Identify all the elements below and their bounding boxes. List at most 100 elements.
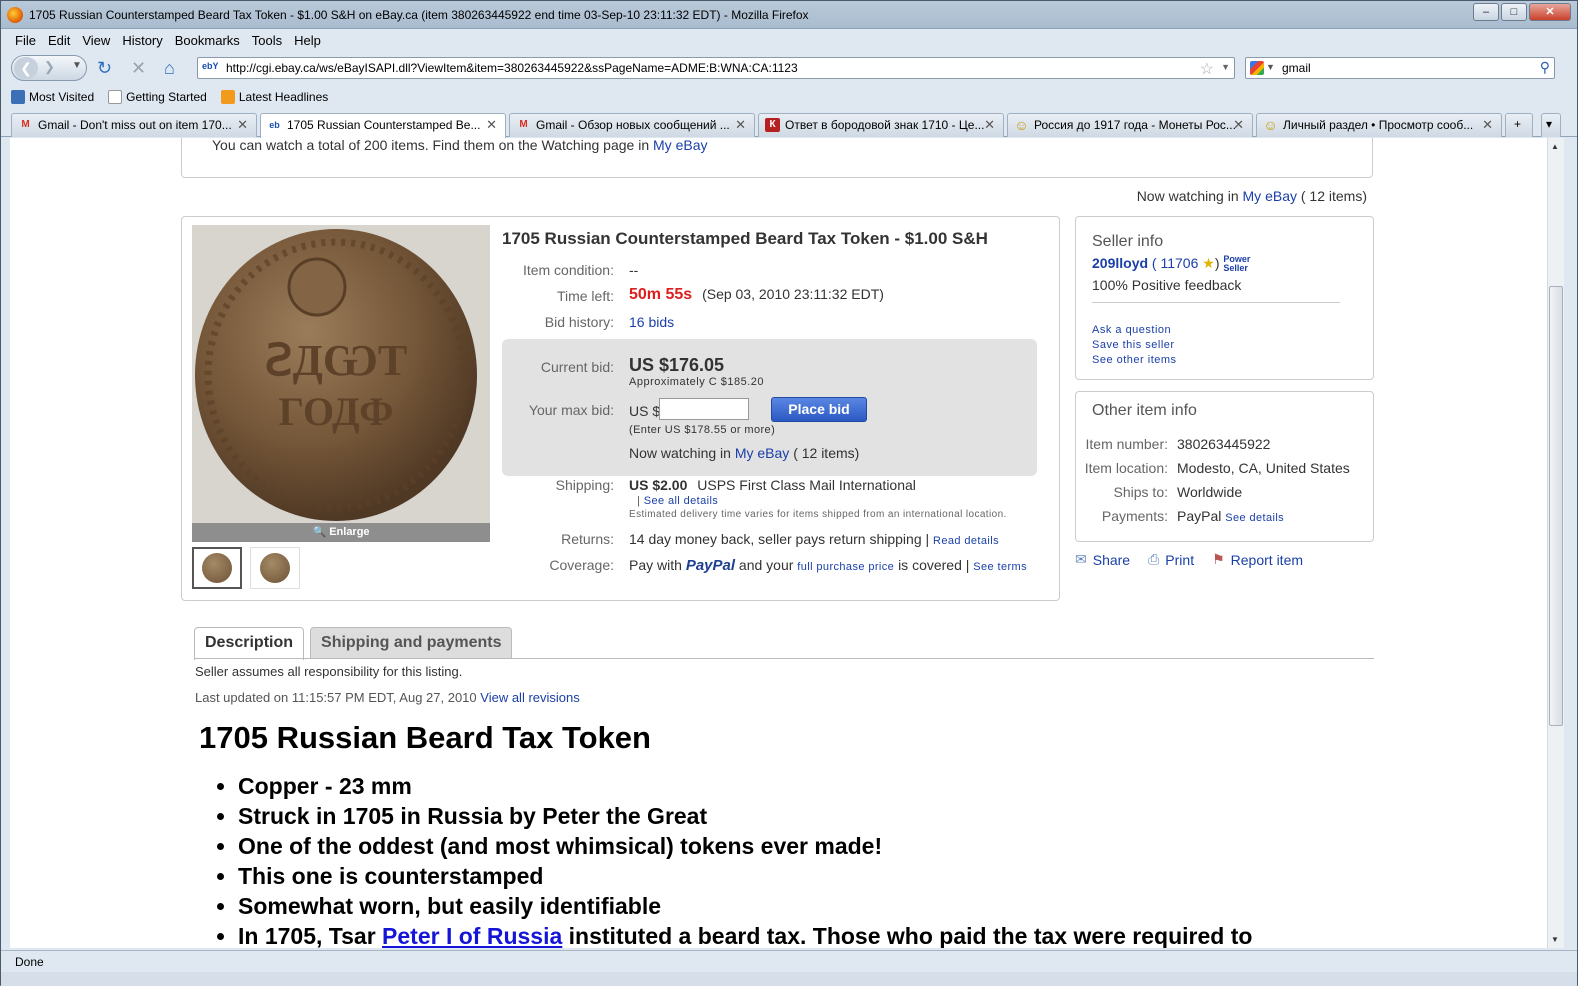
search-input[interactable]: gmail (1282, 61, 1311, 75)
seller-name-link[interactable]: 209lloyd (1092, 255, 1148, 271)
bid-panel: Current bid: US $176.05 Approximately C … (502, 339, 1037, 476)
tab-russia-coins[interactable]: ☺ Россия до 1917 года - Монеты Рос... ✕ (1007, 113, 1253, 137)
ebay-icon: eb (269, 120, 280, 130)
seller-links: Ask a question Save this seller See othe… (1092, 324, 1177, 369)
site-favicon: ebY (202, 61, 219, 71)
feedback-score-link[interactable]: ( 11706 (1152, 255, 1198, 271)
maximize-button[interactable]: □ (1501, 3, 1527, 21)
my-ebay-link[interactable]: My eBay (735, 445, 789, 461)
full-purchase-price-link[interactable]: full purchase price (797, 561, 894, 573)
list-item: One of the oddest (and most whimsical) t… (238, 831, 1252, 861)
peter-i-link[interactable]: Peter I of Russia (382, 923, 562, 948)
description-list: Copper - 23 mm Struck in 1705 in Russia … (238, 771, 1252, 948)
tab-close-icon[interactable]: ✕ (486, 117, 497, 133)
tab-label: Россия до 1917 года - Монеты Рос... (1034, 118, 1236, 132)
coin-photo: ꙄДѠТ ГОДФ (192, 225, 490, 523)
reload-icon[interactable]: ↻ (97, 58, 112, 78)
menu-file[interactable]: File (9, 30, 42, 52)
bookmark-latest-headlines[interactable]: Latest Headlines (220, 86, 328, 108)
tab-close-icon[interactable]: ✕ (735, 117, 746, 133)
gmail-icon: M (21, 119, 30, 130)
list-item: Copper - 23 mm (238, 771, 1252, 801)
new-tab-button[interactable]: + (1505, 113, 1533, 137)
bookmark-getting-started[interactable]: Getting Started (108, 86, 207, 108)
bookmark-most-visited[interactable]: Most Visited (11, 86, 94, 108)
view-revisions-link[interactable]: View all revisions (480, 690, 579, 705)
tab-ebay-item[interactable]: eb 1705 Russian Counterstamped Be... ✕ (260, 113, 506, 138)
bookmarks-toolbar: Most Visited Getting Started Latest Head… (1, 86, 1577, 108)
tab-close-icon[interactable]: ✕ (984, 117, 995, 133)
url-dropdown-icon[interactable]: ▼ (1221, 62, 1230, 72)
max-bid-input[interactable] (659, 398, 749, 420)
tab-label: Gmail - Обзор новых сообщений ... (536, 118, 730, 132)
time-left-value: 50m 55s (629, 286, 693, 303)
item-image[interactable]: ꙄДѠТ ГОДФ (192, 225, 490, 523)
tab-label: Ответ в бородовой знак 1710 - Це... (785, 118, 985, 132)
scrollbar-thumb[interactable] (1549, 286, 1563, 726)
report-action[interactable]: ⚑ Report item (1212, 551, 1303, 568)
status-bar: Done (1, 950, 1577, 972)
home-icon[interactable]: ⌂ (164, 58, 175, 78)
tab-gmail-2[interactable]: M Gmail - Обзор новых сообщений ... ✕ (509, 113, 755, 137)
item-actions: ✉ Share ⎙ Print ⚑ Report item (1075, 551, 1303, 568)
menu-bookmarks[interactable]: Bookmarks (169, 30, 246, 52)
place-bid-button[interactable]: Place bid (771, 397, 867, 422)
scroll-down-icon[interactable]: ▼ (1551, 935, 1559, 944)
tab-gmail-1[interactable]: M Gmail - Don't miss out on item 170... … (11, 113, 257, 137)
menu-view[interactable]: View (76, 30, 116, 52)
print-action[interactable]: ⎙ Print (1148, 551, 1194, 568)
tab-forum-reply[interactable]: К Ответ в бородовой знак 1710 - Це... ✕ (758, 113, 1004, 137)
tab-personal[interactable]: ☺ Личный раздел • Просмотр сооб... ✕ (1256, 113, 1502, 137)
my-ebay-link[interactable]: My eBay (653, 138, 707, 153)
bid-history-link[interactable]: 16 bids (629, 314, 674, 330)
condition-label: Item condition: (522, 262, 614, 278)
google-icon[interactable] (1250, 61, 1264, 75)
scroll-up-icon[interactable]: ▲ (1551, 142, 1559, 151)
url-text[interactable]: http://cgi.ebay.ca/ws/eBayISAPI.dll?View… (226, 61, 798, 75)
list-item: This one is counterstamped (238, 861, 1252, 891)
see-terms-link[interactable]: See terms (973, 561, 1027, 573)
title-bar: 1705 Russian Counterstamped Beard Tax To… (1, 1, 1577, 29)
see-other-items-link[interactable]: See other items (1092, 354, 1177, 366)
close-button[interactable]: ✕ (1529, 3, 1571, 21)
menu-tools[interactable]: Tools (246, 30, 288, 52)
search-engine-dropdown-icon[interactable]: ▼ (1266, 62, 1275, 72)
search-bar[interactable]: ▼ gmail ⚲ (1245, 57, 1555, 79)
shipping-service: USPS First Class Mail International (697, 477, 916, 493)
ask-question-link[interactable]: Ask a question (1092, 324, 1177, 336)
minimize-button[interactable]: – (1473, 3, 1499, 21)
search-icon[interactable]: ⚲ (1540, 59, 1550, 76)
url-bar[interactable]: ebY http://cgi.ebay.ca/ws/eBayISAPI.dll?… (197, 57, 1235, 79)
tab-close-icon[interactable]: ✕ (1233, 117, 1244, 133)
read-details-link[interactable]: Read details (933, 535, 999, 547)
thumbnail-1[interactable] (192, 547, 242, 589)
tab-close-icon[interactable]: ✕ (1482, 117, 1493, 133)
history-dropdown-icon[interactable]: ▼ (72, 60, 82, 71)
tab-list-button[interactable]: ▾ (1541, 113, 1561, 137)
approx-value: Approximately C $185.20 (629, 376, 765, 388)
my-ebay-link[interactable]: My eBay (1243, 188, 1297, 204)
share-action[interactable]: ✉ Share (1075, 551, 1130, 568)
tab-description[interactable]: Description (194, 627, 305, 660)
tab-divider (194, 658, 1374, 659)
back-button[interactable]: ❮ (14, 57, 38, 79)
vertical-scrollbar[interactable]: ▲ ▼ (1547, 138, 1564, 948)
seller-info-box: Seller info 209lloyd ( 11706 ★) Power Se… (1075, 216, 1374, 380)
smiley-icon: ☺ (1014, 117, 1029, 133)
item-summary-box: ꙄДѠТ ГОДФ 🔍 Enlarge 1705 Russian Counter… (181, 216, 1060, 601)
menu-help[interactable]: Help (288, 30, 327, 52)
save-seller-link[interactable]: Save this seller (1092, 339, 1177, 351)
payments-value: PayPal See details (1177, 508, 1285, 524)
menu-history[interactable]: History (116, 30, 168, 52)
tab-close-icon[interactable]: ✕ (237, 117, 248, 133)
thumbnail-2[interactable] (250, 547, 300, 589)
enlarge-button[interactable]: 🔍 Enlarge (192, 523, 490, 542)
see-all-details-link[interactable]: See all details (644, 495, 719, 507)
forward-button[interactable]: ❯ (44, 59, 55, 75)
stop-icon[interactable]: ✕ (131, 58, 146, 78)
window-title: 1705 Russian Counterstamped Beard Tax To… (29, 8, 809, 22)
payments-see-details-link[interactable]: See details (1225, 512, 1284, 524)
bookmark-star-icon[interactable]: ☆ (1200, 59, 1214, 79)
tab-shipping-payments[interactable]: Shipping and payments (310, 627, 513, 659)
menu-edit[interactable]: Edit (42, 30, 76, 52)
